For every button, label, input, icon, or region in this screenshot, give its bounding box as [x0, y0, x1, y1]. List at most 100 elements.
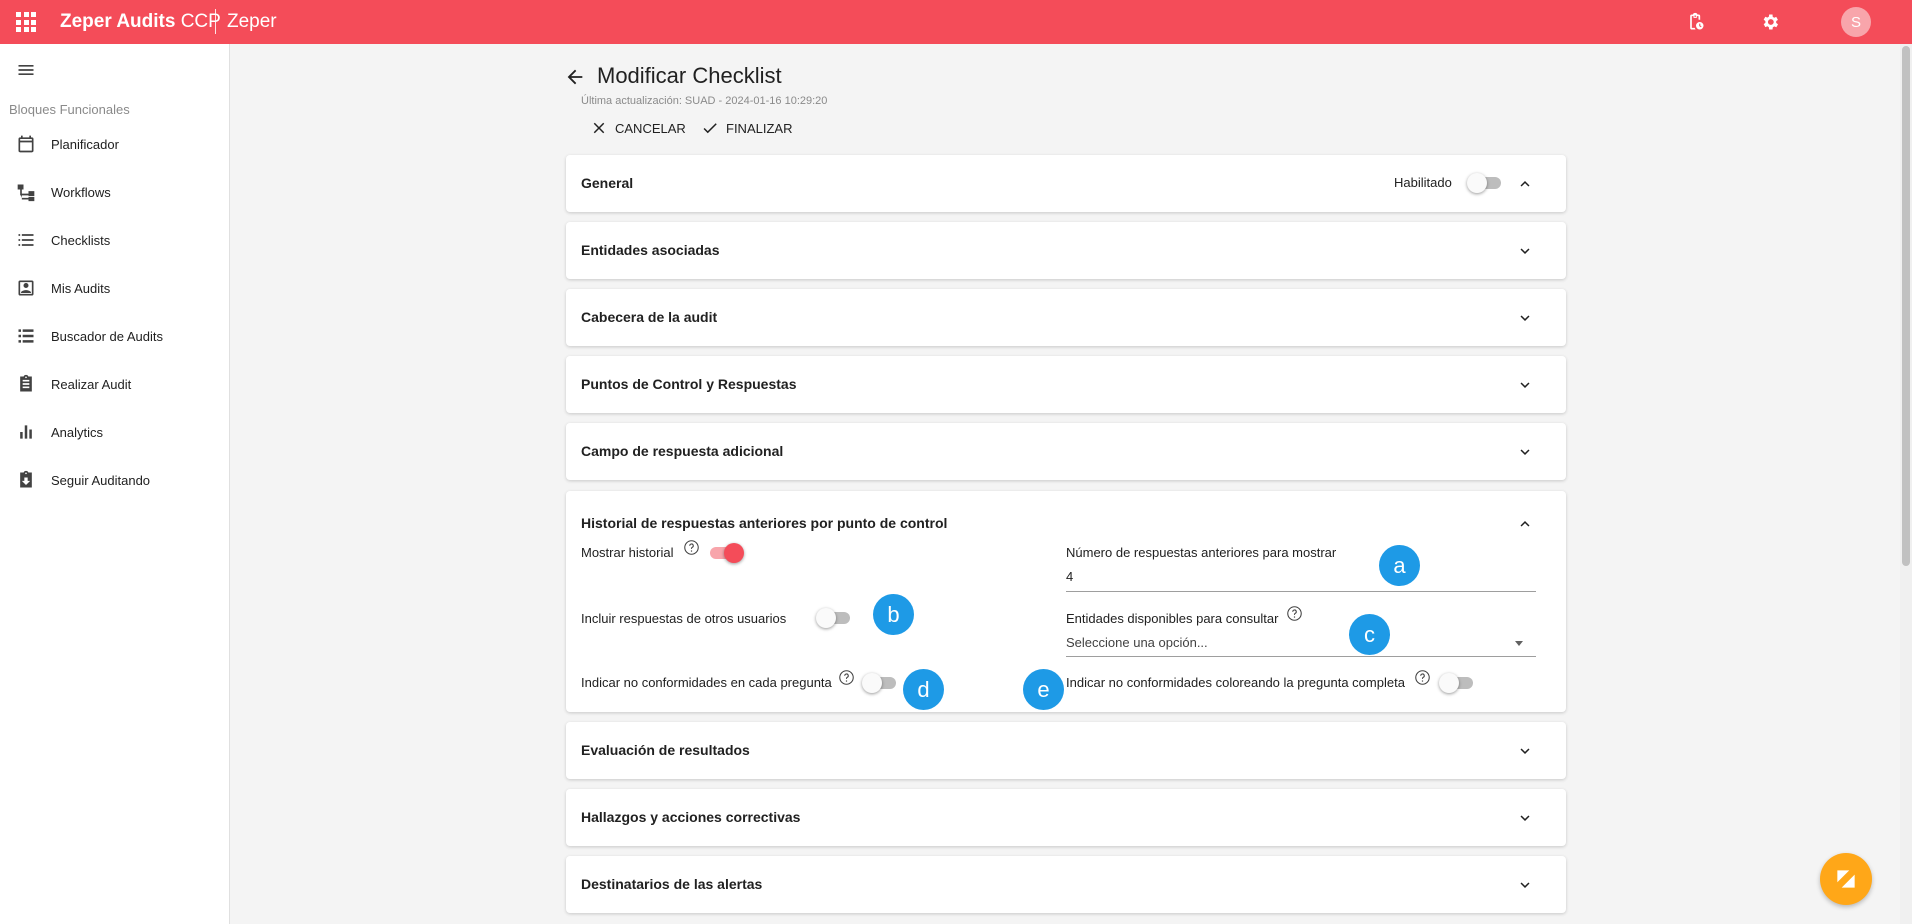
panel-control-points[interactable]: Puntos de Control y Respuestas — [566, 356, 1566, 413]
panel-evaluation[interactable]: Evaluación de resultados — [566, 722, 1566, 779]
entities-underline — [1066, 656, 1536, 657]
include-others-label: Incluir respuestas de otros usuarios — [581, 611, 787, 626]
workflow-icon — [17, 184, 35, 202]
sidebar-item-analytics[interactable]: Analytics — [0, 412, 229, 452]
panel-title: Historial de respuestas anteriores por p… — [581, 515, 948, 531]
sidebar-item-label: Mis Audits — [51, 280, 111, 296]
help-icon[interactable] — [1286, 605, 1303, 622]
bar-chart-icon — [20, 425, 32, 439]
entities-select[interactable]: Seleccione una opción... — [1066, 635, 1208, 650]
archive-download-icon — [20, 470, 32, 488]
enabled-label: Habilitado — [1394, 175, 1452, 190]
sidebar-item-label: Buscador de Audits — [51, 328, 164, 344]
chevron-down-icon[interactable] — [1516, 443, 1534, 461]
panel-general[interactable]: General Habilitado — [566, 155, 1566, 212]
annotation-marker-c: c — [1349, 614, 1390, 655]
help-icon[interactable] — [838, 669, 855, 686]
scrollbar-thumb[interactable] — [1902, 46, 1910, 566]
sidebar-item-checklists[interactable]: Checklists — [0, 220, 229, 260]
sidebar-item-label: Workflows — [51, 184, 111, 200]
panel-title: General — [581, 175, 634, 191]
show-history-label: Mostrar historial — [581, 545, 674, 560]
finish-label: FINALIZAR — [726, 120, 793, 136]
last-update-text: Última actualización: SUAD - 2024-01-16 … — [581, 95, 828, 107]
finish-button[interactable]: FINALIZAR — [701, 117, 792, 139]
brand-divider — [215, 9, 216, 34]
calendar-icon — [18, 135, 34, 153]
chevron-down-icon[interactable] — [1516, 809, 1534, 827]
prev-count-underline — [1066, 591, 1536, 592]
panel-recipients[interactable]: Destinatarios de las alertas — [566, 856, 1566, 913]
apps-grid-icon[interactable] — [16, 12, 36, 32]
chevron-up-icon[interactable] — [1516, 175, 1534, 193]
sidebar-item-label: Realizar Audit — [51, 376, 132, 392]
show-history-toggle[interactable] — [708, 541, 744, 563]
panel-title: Puntos de Control y Respuestas — [581, 376, 797, 392]
page-title: Modificar Checklist — [597, 63, 782, 88]
sidebar-item-seguir-auditando[interactable]: Seguir Auditando — [0, 460, 229, 500]
chevron-down-icon[interactable] — [1516, 876, 1534, 894]
sidebar-item-realizar-audit[interactable]: Realizar Audit — [0, 364, 229, 404]
help-icon[interactable] — [1414, 669, 1431, 686]
panel-title: Destinatarios de las alertas — [581, 876, 763, 892]
hamburger-menu-icon[interactable] — [16, 60, 36, 80]
panel-header[interactable]: Cabecera de la audit — [566, 289, 1566, 346]
panel-additional-field[interactable]: Campo de respuesta adicional — [566, 423, 1566, 480]
panel-entities[interactable]: Entidades asociadas — [566, 222, 1566, 279]
nonconf-each-toggle[interactable] — [862, 671, 898, 693]
nonconf-color-toggle[interactable] — [1439, 671, 1475, 693]
include-others-toggle[interactable] — [816, 606, 852, 628]
sidebar-item-planificador[interactable]: Planificador — [0, 124, 229, 164]
chevron-up-icon[interactable] — [1516, 515, 1534, 533]
annotation-marker-a: a — [1379, 545, 1420, 586]
sidebar-section-label: Bloques Funcionales — [9, 102, 130, 117]
panel-title: Evaluación de resultados — [581, 742, 750, 758]
chevron-down-icon[interactable] — [1516, 742, 1534, 760]
nonconf-each-label: Indicar no conformidades en cada pregunt… — [581, 675, 832, 690]
panel-findings[interactable]: Hallazgos y acciones correctivas — [566, 789, 1566, 846]
nonconf-color-label: Indicar no conformidades coloreando la p… — [1066, 675, 1405, 690]
back-arrow-icon[interactable] — [564, 66, 586, 88]
sidebar-item-label: Planificador — [51, 136, 119, 152]
panel-title: Cabecera de la audit — [581, 309, 718, 325]
support-chat-icon — [1837, 870, 1855, 888]
clipboard-clock-icon[interactable] — [1686, 12, 1706, 32]
check-icon — [703, 123, 717, 134]
chevron-down-icon[interactable] — [1516, 242, 1534, 260]
help-icon[interactable] — [683, 539, 700, 556]
stacked-list-icon — [18, 329, 34, 343]
clipboard-icon — [20, 374, 32, 392]
sidebar-item-buscador[interactable]: Buscador de Audits — [0, 316, 229, 356]
prev-count-input[interactable]: 4 — [1066, 569, 1073, 584]
user-avatar[interactable]: S — [1841, 7, 1871, 37]
list-icon — [18, 234, 34, 246]
chevron-down-icon[interactable] — [1516, 309, 1534, 327]
top-bar: Zeper Audits CCP Zeper S — [0, 0, 1912, 44]
annotation-marker-b: b — [873, 594, 914, 635]
prev-count-label: Número de respuestas anteriores para mos… — [1066, 545, 1337, 560]
annotation-marker-e: e — [1023, 669, 1064, 710]
entities-label: Entidades disponibles para consultar — [1066, 611, 1279, 626]
sidebar-item-label: Analytics — [51, 424, 104, 440]
dropdown-caret-icon[interactable] — [1515, 641, 1523, 646]
page-scrollbar[interactable] — [1900, 44, 1912, 924]
panel-history: Historial de respuestas anteriores por p… — [566, 491, 1566, 712]
annotation-marker-d: d — [903, 669, 944, 710]
sidebar-item-label: Checklists — [51, 232, 111, 248]
chevron-down-icon[interactable] — [1516, 376, 1534, 394]
brand-name: Zeper Audits — [60, 11, 176, 32]
sidebar-item-mis-audits[interactable]: Mis Audits — [0, 268, 229, 308]
panel-title: Campo de respuesta adicional — [581, 443, 784, 459]
panel-title: Entidades asociadas — [581, 242, 720, 258]
sidebar: Bloques Funcionales Planificador Workflo… — [0, 44, 230, 924]
person-box-icon — [18, 280, 34, 296]
cancel-button[interactable]: CANCELAR — [590, 117, 686, 139]
gear-icon[interactable] — [1760, 12, 1780, 32]
chat-fab-button[interactable] — [1820, 853, 1872, 905]
sidebar-item-workflows[interactable]: Workflows — [0, 172, 229, 212]
panel-title: Hallazgos y acciones correctivas — [581, 809, 801, 825]
app-brand: Zeper Audits CCP — [60, 11, 221, 33]
enabled-toggle[interactable] — [1467, 171, 1503, 193]
sidebar-item-label: Seguir Auditando — [51, 472, 151, 488]
close-icon — [593, 122, 605, 134]
